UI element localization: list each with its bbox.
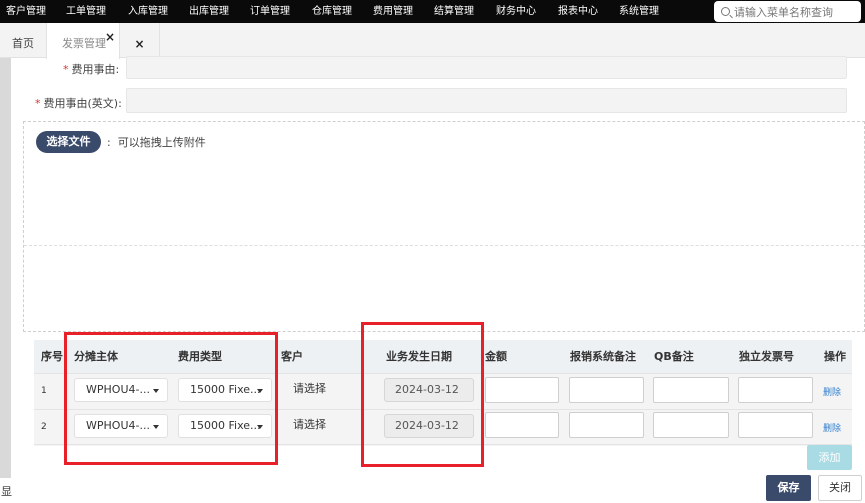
reimbursement-note-input[interactable] — [569, 412, 644, 438]
menu-search-input[interactable]: 请输入菜单名称查询 — [714, 1, 861, 22]
nav-item-system[interactable]: 系统管理 — [619, 0, 659, 23]
search-placeholder: 请输入菜单名称查询 — [734, 5, 833, 19]
tab-home[interactable]: 首页 — [0, 23, 46, 58]
nav-item-customer[interactable]: 客户管理 — [6, 0, 46, 23]
nav-item-warehouse[interactable]: 仓库管理 — [312, 0, 352, 23]
save-button[interactable]: 保存 — [766, 475, 811, 501]
col-header-reimbursement-note: 报销系统备注 — [570, 340, 636, 373]
row-index: 2 — [41, 422, 47, 432]
nav-item-reports[interactable]: 报表中心 — [558, 0, 598, 23]
search-icon — [721, 7, 730, 16]
nav-item-outbound[interactable]: 出库管理 — [189, 0, 229, 23]
reimbursement-note-input[interactable] — [569, 377, 644, 403]
nav-item-settlement[interactable]: 结算管理 — [434, 0, 474, 23]
highlight-box-business-date — [361, 322, 484, 467]
nav-item-inbound[interactable]: 入库管理 — [128, 0, 168, 23]
choose-file-button[interactable]: 选择文件 — [36, 131, 101, 153]
upload-divider — [24, 245, 864, 246]
reason-en-label: * 费用事由(英文): — [35, 97, 122, 110]
attachment-dropzone[interactable]: 选择文件 : 可以拖拽上传附件 — [23, 121, 865, 332]
side-label: 显 — [1, 485, 12, 498]
amount-input[interactable] — [485, 377, 559, 403]
nav-item-work-order[interactable]: 工单管理 — [66, 0, 106, 23]
row-index: 1 — [41, 386, 47, 396]
nav-item-orders[interactable]: 订单管理 — [250, 0, 290, 23]
invoice-number-input[interactable] — [738, 377, 813, 403]
nav-item-expenses[interactable]: 费用管理 — [373, 0, 413, 23]
customer-select[interactable]: 请选择 — [282, 414, 372, 438]
invoice-number-input[interactable] — [738, 412, 813, 438]
qb-note-input[interactable] — [653, 412, 729, 438]
upload-hint: : 可以拖拽上传附件 — [107, 136, 206, 149]
tab-invoice-label: 发票管理 — [62, 37, 106, 50]
col-header-actions: 操作 — [824, 340, 846, 373]
col-header-amount: 金额 — [485, 340, 507, 373]
col-header-qb-note: QB备注 — [654, 340, 694, 373]
tab-close-icon[interactable]: × — [105, 31, 115, 43]
col-header-invoice-number: 独立发票号 — [739, 340, 794, 373]
close-all-tabs-icon[interactable]: × — [120, 23, 160, 58]
close-button[interactable]: 关闭 — [818, 475, 862, 501]
delete-row-link[interactable]: 删除 — [823, 385, 841, 398]
col-header-customer: 客户 — [281, 340, 303, 373]
reason-label: * 费用事由: — [63, 63, 120, 76]
left-scroll-strip — [0, 58, 11, 478]
highlight-box-entity-fee-type — [64, 332, 278, 465]
qb-note-input[interactable] — [653, 377, 729, 403]
reason-field[interactable] — [126, 56, 847, 79]
reason-en-field[interactable] — [126, 88, 847, 113]
add-row-button[interactable]: 添加 — [807, 445, 852, 470]
customer-select[interactable]: 请选择 — [282, 378, 372, 402]
amount-input[interactable] — [485, 412, 559, 438]
col-header-index: 序号 — [41, 340, 63, 373]
nav-item-finance[interactable]: 财务中心 — [496, 0, 536, 23]
tab-bar: 首页 发票管理 × × — [0, 23, 865, 59]
top-navigation-bar: 客户管理 工单管理 入库管理 出库管理 订单管理 仓库管理 费用管理 结算管理 … — [0, 0, 865, 23]
delete-row-link[interactable]: 删除 — [823, 421, 841, 434]
